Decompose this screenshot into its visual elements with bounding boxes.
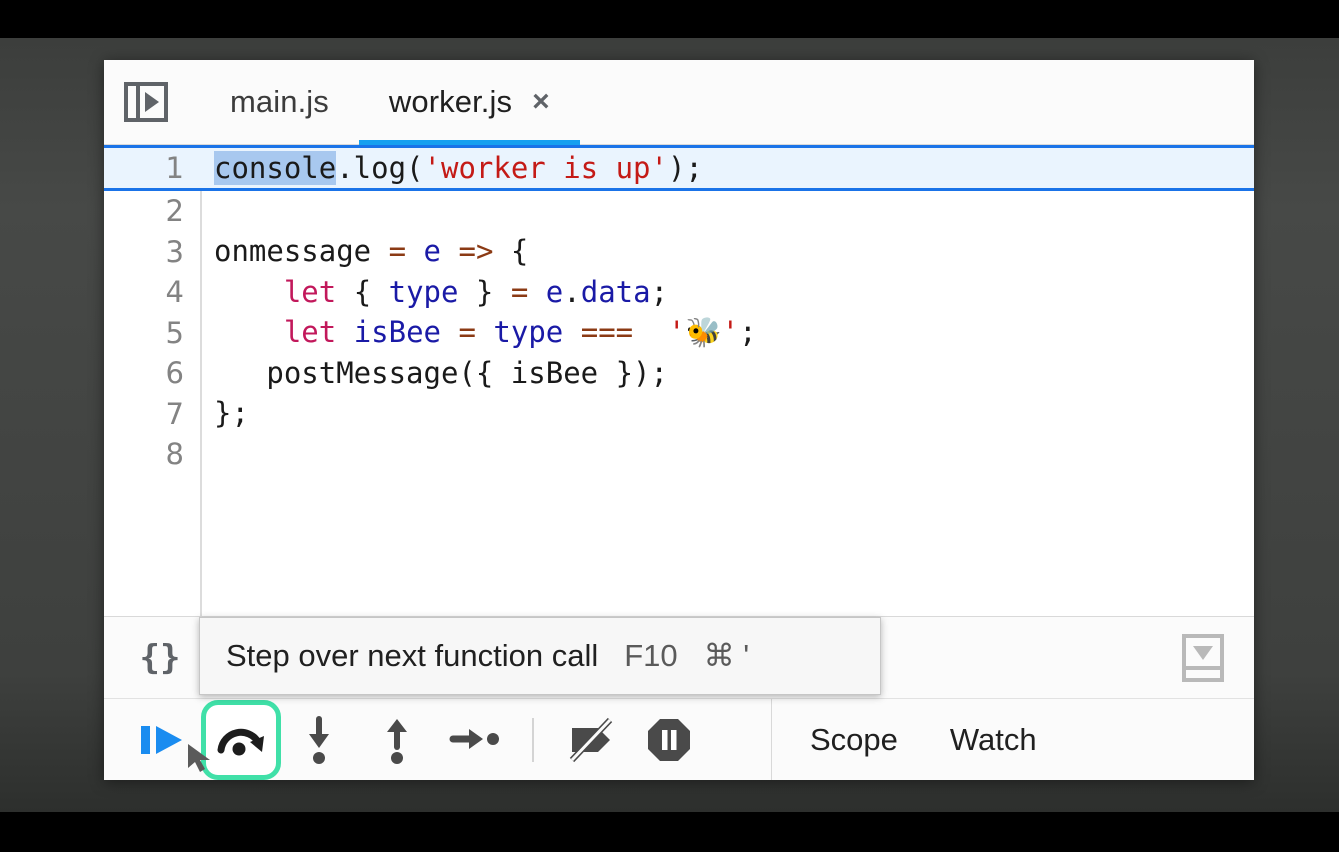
line-number[interactable]: 5: [104, 316, 200, 350]
code-token: '🐝': [668, 315, 740, 350]
debugger-side-tabs: Scope Watch: [772, 699, 1254, 780]
step-into-icon: [309, 715, 329, 764]
code-token: =: [388, 234, 407, 269]
line-number[interactable]: 3: [104, 235, 200, 269]
line-number[interactable]: 4: [104, 275, 200, 309]
close-icon[interactable]: ×: [532, 87, 550, 117]
code-token: data: [580, 274, 651, 309]
toolbar-divider: [532, 717, 534, 762]
line-number[interactable]: 8: [104, 437, 200, 471]
step-button[interactable]: [438, 703, 512, 777]
code-token: ;: [650, 274, 669, 309]
code-token: ===: [580, 315, 634, 350]
pause-on-exceptions-icon: [648, 718, 690, 761]
pretty-print-braces-icon[interactable]: {}: [132, 630, 188, 686]
debugger-toolbar: Scope Watch: [104, 698, 1254, 780]
debugger-tab-watch[interactable]: Watch: [950, 722, 1037, 758]
code-token: ;: [739, 315, 757, 350]
show-navigator-icon[interactable]: [122, 81, 170, 123]
code-token: }: [458, 274, 511, 309]
code-token: =: [510, 274, 529, 309]
deactivate-breakpoints-button[interactable]: [554, 703, 628, 777]
code-line: 8: [104, 434, 1254, 475]
line-number[interactable]: 7: [104, 397, 200, 431]
tooltip-description: Step over next function call: [226, 638, 599, 673]
editor-tab-worker-js[interactable]: worker.js ×: [358, 60, 580, 145]
resume-icon: [141, 725, 182, 754]
editor-tab-label: main.js: [230, 84, 329, 119]
code-line: 2: [104, 191, 1254, 232]
code-token: {: [336, 274, 389, 309]
code-line-text[interactable]: let isBee = type === '🐝';: [200, 318, 1254, 347]
code-token: .: [563, 274, 581, 309]
resume-script-execution-button[interactable]: [126, 703, 200, 777]
code-token: isBee: [353, 315, 442, 350]
line-number[interactable]: 1: [104, 151, 200, 185]
deactivate-breakpoints-icon: [569, 717, 613, 762]
letterbox-bottom: [0, 812, 1339, 852]
code-token: };: [214, 396, 249, 431]
code-token: e: [545, 274, 564, 309]
code-token: onmessage: [214, 234, 389, 269]
code-line-text[interactable]: };: [200, 399, 1254, 428]
code-token: postMessage({ isBee });: [214, 355, 668, 390]
code-line: 4 let { type } = e.data;: [104, 272, 1254, 313]
code-line-text[interactable]: console.log('worker is up');: [200, 150, 1254, 185]
code-token: .log(: [336, 150, 424, 185]
code-line: 3 onmessage = e => {: [104, 232, 1254, 273]
debugger-tab-scope[interactable]: Scope: [810, 722, 898, 758]
code-line-text[interactable]: let { type } = e.data;: [200, 274, 1254, 309]
code-line: 7};: [104, 394, 1254, 435]
letterbox-top: [0, 0, 1339, 38]
editor-tab-main-js[interactable]: main.js: [200, 60, 359, 145]
step-out-of-current-function-button[interactable]: [360, 703, 434, 777]
code-token: 'worker is up': [423, 150, 668, 185]
code-line-text[interactable]: onmessage = e => {: [200, 237, 1254, 266]
screen: main.js worker.js × 1 console.log('worker i…: [0, 0, 1339, 852]
tooltip-shortcut-key: F10: [624, 638, 678, 673]
line-number[interactable]: 6: [104, 356, 200, 390]
code-line-text[interactable]: postMessage({ isBee });: [200, 355, 1254, 390]
code-token: let: [283, 274, 337, 309]
step-over-icon: [217, 728, 264, 755]
step-over-tooltip: Step over next function call F10 ⌘ ': [199, 617, 881, 695]
code-token: =: [458, 315, 476, 350]
code-token: e: [423, 234, 442, 269]
editor-tab-label: worker.js: [388, 84, 513, 119]
line-number[interactable]: 2: [104, 194, 200, 228]
step-icon: [449, 728, 499, 749]
code-token: let: [283, 315, 337, 350]
step-into-next-function-call-button[interactable]: [282, 703, 356, 777]
code-token: type: [388, 274, 459, 309]
code-line-current: 1 console.log('worker is up');: [104, 145, 1254, 191]
code-line: 5 let isBee = type === '🐝';: [104, 313, 1254, 354]
open-file-tabs: main.js worker.js ×: [200, 60, 580, 145]
step-over-next-function-call-button[interactable]: [201, 699, 281, 780]
code-editor[interactable]: 1 console.log('worker is up'); 2 3 onmessage…: [104, 145, 1254, 616]
step-out-icon: [387, 718, 407, 764]
code-token: );: [667, 150, 703, 185]
code-token: {: [493, 234, 529, 269]
code-token: type: [493, 315, 564, 350]
code-token: =>: [458, 234, 494, 269]
tooltip-shortcut-cmd: ⌘ ': [703, 638, 750, 673]
editor-tabstrip: main.js worker.js ×: [104, 60, 1254, 145]
pause-on-exceptions-button[interactable]: [632, 703, 706, 777]
debugger-step-controls: [104, 699, 772, 780]
selected-token: console: [214, 150, 337, 185]
code-lines: 1 console.log('worker is up'); 2 3 onmessage…: [104, 145, 1254, 475]
code-line: 6 postMessage({ isBee });: [104, 353, 1254, 394]
show-drawer-icon[interactable]: [1180, 632, 1226, 684]
